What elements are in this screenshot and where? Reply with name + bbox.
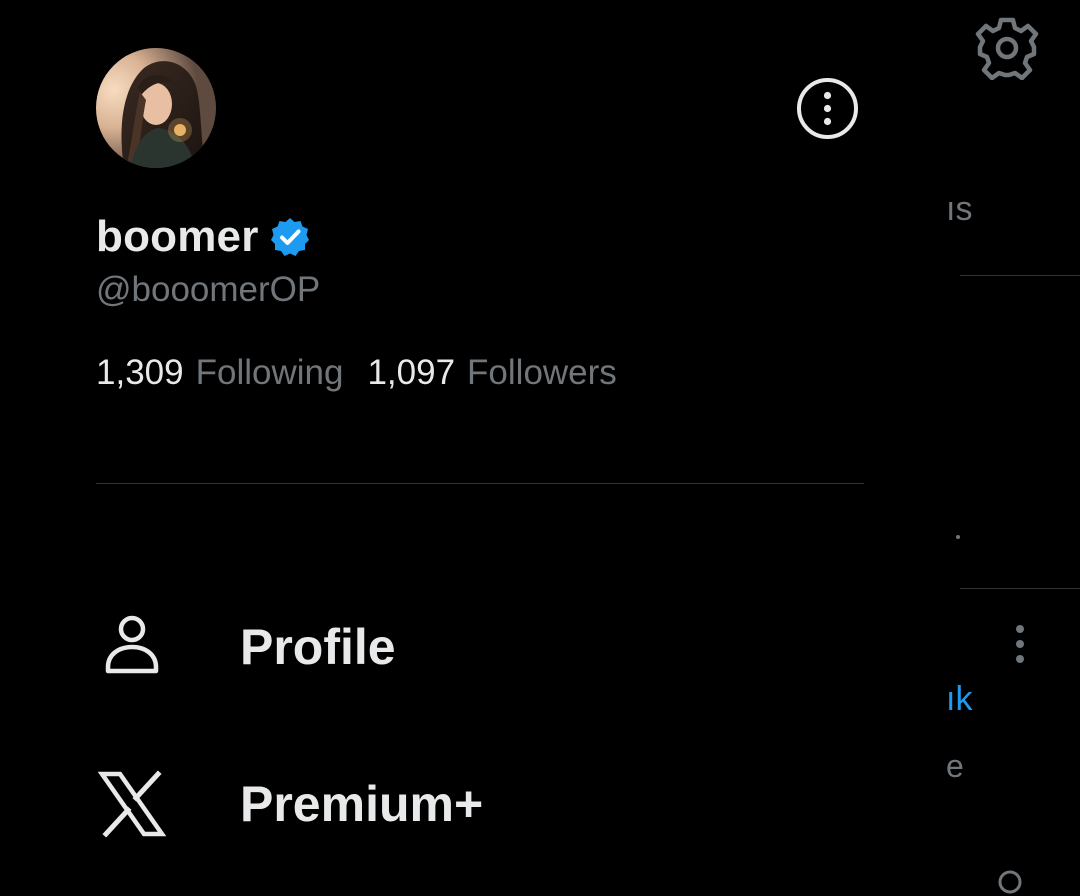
follow-stats: 1,309 Following 1,097 Followers — [96, 353, 617, 393]
gear-icon[interactable] — [975, 16, 1039, 80]
followers-count: 1,097 — [367, 353, 456, 392]
x-logo-icon — [96, 768, 168, 840]
menu-item-premium-plus[interactable]: Premium+ — [96, 754, 864, 854]
user-name-row: boomer — [96, 212, 311, 262]
feed-tab-fragment: ıs — [946, 190, 973, 228]
menu-item-label: Premium+ — [240, 776, 484, 832]
following-stat[interactable]: 1,309 Following — [96, 353, 343, 393]
more-vertical-icon — [1016, 625, 1024, 663]
more-options-icon[interactable] — [796, 77, 859, 140]
feed-divider — [960, 588, 1080, 589]
menu-item-profile[interactable]: Profile — [96, 597, 864, 697]
feed-text-fragment: e — [946, 748, 964, 784]
share-icon — [998, 870, 1022, 894]
feed-link-fragment: ık — [946, 680, 973, 718]
followers-label: Followers — [467, 353, 617, 392]
feed-dot — [956, 535, 960, 539]
verified-badge-icon — [270, 218, 309, 256]
avatar-image — [96, 48, 216, 168]
following-count: 1,309 — [96, 353, 184, 392]
display-name[interactable]: boomer — [96, 212, 259, 262]
avatar[interactable] — [96, 48, 216, 168]
background-feed: ıs ık e — [940, 0, 1080, 894]
followers-stat[interactable]: 1,097 Followers — [367, 353, 616, 393]
feed-divider — [960, 275, 1080, 276]
person-icon — [96, 611, 168, 683]
user-handle: @booomerOP — [96, 270, 321, 309]
drawer-divider — [96, 483, 864, 484]
following-label: Following — [195, 353, 344, 392]
side-drawer: boomer @booomerOP 1,309 Following 1,097 … — [0, 0, 940, 890]
menu-item-label: Profile — [240, 619, 396, 675]
